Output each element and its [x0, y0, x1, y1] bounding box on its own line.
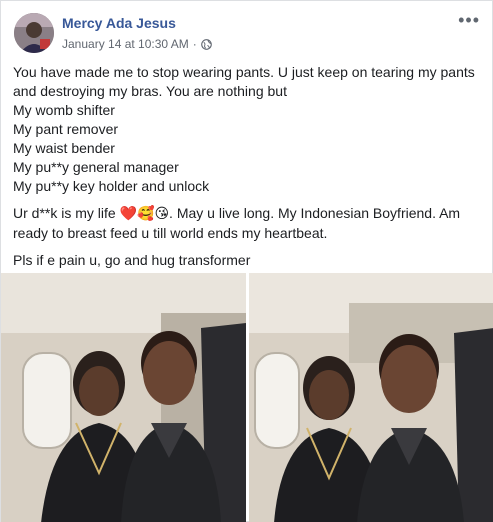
post-line: My pant remover: [13, 121, 119, 137]
facebook-post: Mercy Ada Jesus January 14 at 10:30 AM ·…: [0, 0, 493, 522]
globe-icon[interactable]: [200, 38, 212, 50]
meta-separator: ·: [192, 37, 197, 51]
author-name-link[interactable]: Mercy Ada Jesus: [62, 15, 176, 31]
post-line: My pu**y general manager: [13, 159, 179, 175]
post-text: You have made me to stop wearing pants. …: [13, 63, 485, 270]
post-line: My pu**y key holder and unlock: [13, 178, 210, 194]
post-line: You have made me to stop wearing pants. …: [13, 64, 475, 99]
post-photo-1[interactable]: [1, 273, 246, 522]
more-options-icon[interactable]: •••: [458, 11, 480, 29]
author-avatar[interactable]: [14, 13, 54, 53]
paragraph-2-start: Ur d**k is my life: [13, 205, 120, 221]
heart-smile-kiss-emojis: ❤️🥰😘: [119, 206, 170, 222]
post-paragraph-3: Pls if e pain u, go and hug transformer: [13, 252, 251, 268]
post-line: My womb shifter: [13, 102, 115, 118]
post-meta: January 14 at 10:30 AM ·: [62, 37, 212, 51]
post-line: My waist bender: [13, 140, 115, 156]
post-photo-2[interactable]: [249, 273, 493, 522]
post-timestamp[interactable]: January 14 at 10:30 AM: [62, 37, 189, 51]
post-paragraph-2: Ur d**k is my life ❤️🥰😘. May u live long…: [13, 204, 485, 243]
photo-grid: [1, 273, 493, 522]
